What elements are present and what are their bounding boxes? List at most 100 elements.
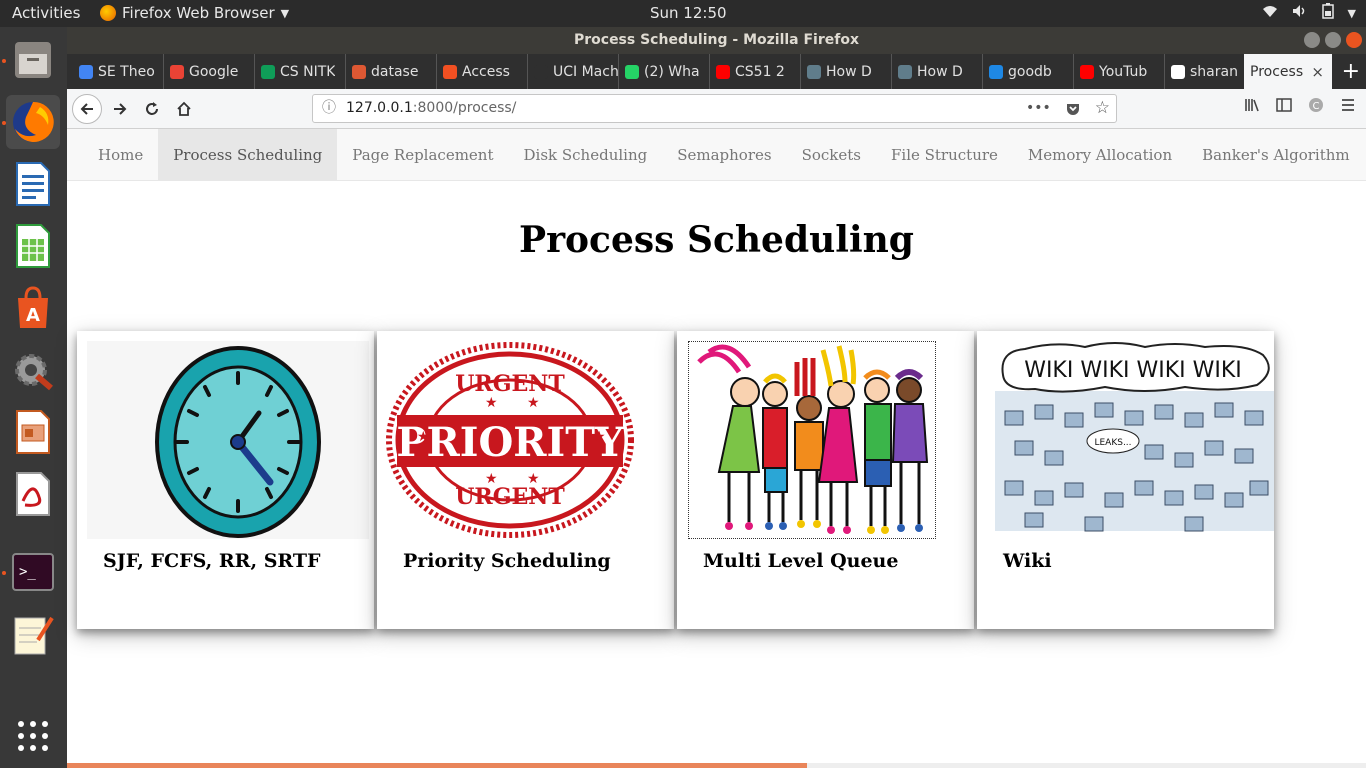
tab-favicon-icon xyxy=(1080,64,1094,79)
tab-label: CS51 2 xyxy=(735,63,785,80)
tab-item[interactable]: CS51 2 xyxy=(710,54,801,89)
dock-firefox[interactable] xyxy=(6,95,60,149)
svg-text:★: ★ xyxy=(485,395,498,411)
nav-link-process-scheduling[interactable]: Process Scheduling xyxy=(158,129,338,180)
home-button[interactable] xyxy=(169,94,199,124)
tab-item[interactable]: How D xyxy=(892,54,983,89)
nav-link-sockets[interactable]: Sockets xyxy=(787,129,876,180)
bookmark-star-icon[interactable]: ☆ xyxy=(1095,95,1110,127)
small-bubble-text: LEAKS... xyxy=(1094,438,1131,448)
svg-text:★: ★ xyxy=(485,471,498,487)
firefox-icon xyxy=(100,5,116,21)
svg-text:★: ★ xyxy=(527,471,540,487)
extension-icon[interactable]: C xyxy=(1308,97,1324,117)
dock-terminal[interactable]: >_ xyxy=(6,545,60,599)
tab-list: SE Theo Google CS NITK datase Access UCI Mach… xyxy=(73,54,1256,89)
tab-favicon-icon xyxy=(716,64,730,79)
close-tab-icon[interactable]: × xyxy=(1311,63,1324,81)
tab-item[interactable]: SE Theo xyxy=(73,54,164,89)
minimize-button[interactable] xyxy=(1304,32,1320,48)
card-title: SJF, FCFS, RR, SRTF xyxy=(103,550,321,572)
tab-item[interactable]: Access xyxy=(437,54,528,89)
new-tab-button[interactable]: + xyxy=(1342,59,1360,84)
hamburger-menu-icon[interactable] xyxy=(1340,97,1356,117)
toolbar-right: C xyxy=(1244,97,1356,117)
dock-document-viewer[interactable] xyxy=(6,467,60,521)
tab-item[interactable]: goodb xyxy=(983,54,1074,89)
tab-item[interactable]: YouTub xyxy=(1074,54,1165,89)
tab-item[interactable]: Google xyxy=(164,54,255,89)
dock-software[interactable]: A xyxy=(6,281,60,335)
document-viewer-icon xyxy=(16,472,50,516)
window-title: Process Scheduling - Mozilla Firefox xyxy=(573,32,859,48)
tab-label: (2) Wha xyxy=(644,63,700,80)
url-bar[interactable]: ⓘ 127.0.0.1:8000/process/ ••• ☆ xyxy=(312,94,1117,123)
forward-button[interactable] xyxy=(105,94,135,124)
dock-text-editor[interactable] xyxy=(6,607,60,661)
tab-label: YouTub xyxy=(1099,63,1148,80)
tab-label: UCI Machi xyxy=(553,63,618,80)
pocket-icon[interactable] xyxy=(1065,95,1081,127)
info-icon[interactable]: ⓘ xyxy=(322,95,336,122)
activities-button[interactable]: Activities xyxy=(12,4,80,22)
tab-item[interactable]: UCI Machi xyxy=(528,54,619,89)
tab-label: How D xyxy=(917,63,963,80)
tab-favicon-icon xyxy=(352,64,366,79)
card-image xyxy=(87,341,369,539)
nav-link-home[interactable]: Home xyxy=(83,129,158,180)
tab-item[interactable]: How D xyxy=(801,54,892,89)
calc-icon xyxy=(16,224,50,268)
dock-settings[interactable] xyxy=(6,343,60,397)
app-menu[interactable]: Firefox Web Browser ▼ xyxy=(100,4,289,22)
sidebar-icon[interactable] xyxy=(1276,97,1292,117)
back-button[interactable] xyxy=(72,94,102,124)
dock-show-apps[interactable] xyxy=(6,709,60,763)
card-multi-level-queue[interactable]: Multi Level Queue xyxy=(677,331,974,629)
queue-of-kids-icon xyxy=(697,344,929,534)
reload-button[interactable] xyxy=(137,94,167,124)
tab-favicon-icon xyxy=(1171,64,1185,79)
site-navbar: Home Process Scheduling Page Replacement Di… xyxy=(67,129,1366,181)
maximize-button[interactable] xyxy=(1325,32,1341,48)
volume-icon xyxy=(1292,4,1308,22)
dock-writer[interactable] xyxy=(6,157,60,211)
app-menu-label: Firefox Web Browser xyxy=(122,4,275,22)
tab-favicon-icon xyxy=(807,64,821,79)
dock-files[interactable] xyxy=(6,33,60,87)
nav-link-memory-allocation[interactable]: Memory Allocation xyxy=(1013,129,1187,180)
card-wiki[interactable]: WIKI WIKI WIKI WIKI LEAKS... Wiki xyxy=(977,331,1274,629)
tab-item[interactable]: CS NITK xyxy=(255,54,346,89)
tab-favicon-icon xyxy=(79,64,93,79)
page-actions-icon[interactable]: ••• xyxy=(1026,95,1051,127)
url-text: 127.0.0.1:8000/process/ xyxy=(346,95,516,122)
nav-link-semaphores[interactable]: Semaphores xyxy=(662,129,786,180)
nav-link-banker-s-algorithm[interactable]: Banker's Algorithm xyxy=(1187,129,1365,180)
dock-impress[interactable] xyxy=(6,405,60,459)
nav-link-disk-scheduling[interactable]: Disk Scheduling xyxy=(509,129,663,180)
settings-icon xyxy=(15,354,53,391)
tab-label: SE Theo xyxy=(98,63,155,80)
grid-apps-icon xyxy=(18,721,48,751)
window-titlebar[interactable]: Process Scheduling - Mozilla Firefox xyxy=(67,27,1366,54)
tab-label: Access xyxy=(462,63,510,80)
tab-item[interactable]: datase xyxy=(346,54,437,89)
stamp-top-text: URGENT xyxy=(455,371,565,397)
card-sjf-fcfs-rr-srtf[interactable]: SJF, FCFS, RR, SRTF xyxy=(77,331,374,629)
tab-current[interactable]: Process × xyxy=(1244,54,1332,89)
clock-icon xyxy=(155,346,321,538)
library-icon[interactable] xyxy=(1244,97,1260,117)
tab-item[interactable]: (2) Wha xyxy=(619,54,710,89)
clock[interactable]: Sun 12:50 xyxy=(650,4,727,22)
nav-link-file-structure[interactable]: File Structure xyxy=(876,129,1013,180)
stamp-bottom-text: URGENT xyxy=(455,484,565,510)
close-window-button[interactable] xyxy=(1346,32,1362,48)
card-priority-scheduling[interactable]: PRIORITY URGENT URGENT ★ ★ ★ ★ ★ ★ Priority… xyxy=(377,331,674,629)
navigation-toolbar: ⓘ 127.0.0.1:8000/process/ ••• ☆ C xyxy=(67,89,1366,129)
stamp-main-text: PRIORITY xyxy=(396,419,624,466)
tab-item[interactable]: sharan xyxy=(1165,54,1256,89)
dock-calc[interactable] xyxy=(6,219,60,273)
software-center-icon: A xyxy=(18,286,48,328)
nav-link-page-replacement[interactable]: Page Replacement xyxy=(337,129,508,180)
system-tray[interactable]: ▼ xyxy=(1262,3,1356,23)
chevron-down-icon: ▼ xyxy=(280,6,290,20)
